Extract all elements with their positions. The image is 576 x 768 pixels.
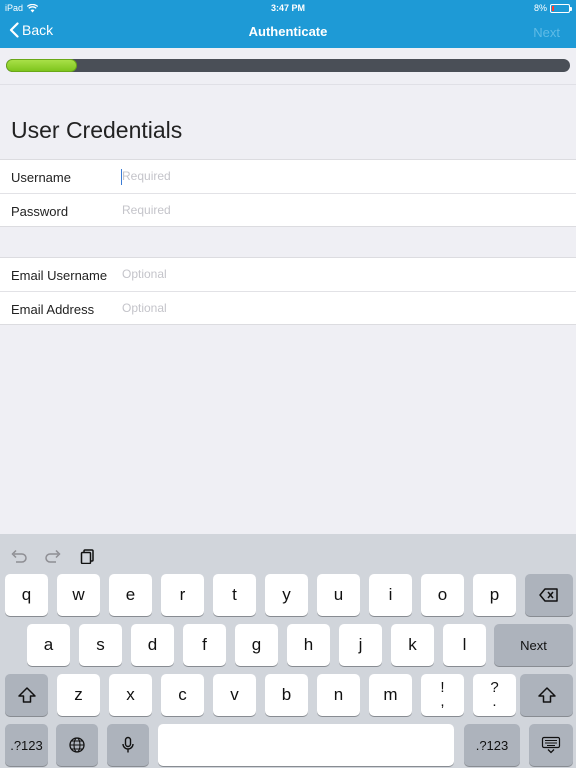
- key-j[interactable]: j: [339, 624, 382, 666]
- delete-icon: [539, 588, 558, 602]
- username-label: Username: [11, 170, 71, 185]
- status-bar: iPad 3:47 PM 8%: [0, 0, 576, 16]
- email-username-row: Email Username: [0, 258, 576, 291]
- progress-bar: [6, 59, 570, 72]
- key-e[interactable]: e: [109, 574, 152, 616]
- microphone-key[interactable]: [107, 724, 149, 766]
- key-d[interactable]: d: [131, 624, 174, 666]
- key-y[interactable]: y: [265, 574, 308, 616]
- battery-icon: [550, 3, 572, 13]
- redo-icon[interactable]: [44, 548, 62, 564]
- key-q[interactable]: q: [5, 574, 48, 616]
- paste-icon[interactable]: [79, 548, 97, 564]
- next-button[interactable]: Next: [533, 25, 560, 40]
- email-address-label: Email Address: [11, 302, 95, 317]
- page-title: Authenticate: [248, 24, 328, 39]
- numbers-key-left[interactable]: .?123: [5, 724, 48, 766]
- key-k[interactable]: k: [391, 624, 434, 666]
- key-b[interactable]: b: [265, 674, 308, 716]
- password-label: Password: [11, 204, 69, 219]
- shift-icon: [17, 687, 36, 703]
- key-z[interactable]: z: [57, 674, 100, 716]
- key-x[interactable]: x: [109, 674, 152, 716]
- shift-left-key[interactable]: [5, 674, 48, 716]
- key-exclaim-comma[interactable]: !,: [421, 674, 464, 716]
- password-input[interactable]: [122, 200, 562, 220]
- status-time: 3:47 PM: [270, 3, 305, 13]
- username-row: Username: [0, 160, 576, 193]
- keyboard-toolbar: [0, 534, 576, 574]
- undo-icon[interactable]: [10, 548, 28, 564]
- key-l[interactable]: l: [443, 624, 486, 666]
- email-group: Email Username Email Address: [0, 257, 576, 325]
- key-f[interactable]: f: [183, 624, 226, 666]
- microphone-icon: [122, 736, 134, 753]
- next-key-label: Next: [520, 637, 547, 653]
- email-username-label: Email Username: [11, 268, 108, 283]
- shift-icon: [537, 687, 556, 703]
- credentials-group: Username Password: [0, 159, 576, 227]
- key-m[interactable]: m: [369, 674, 412, 716]
- username-input[interactable]: [122, 166, 562, 186]
- email-address-row: Email Address: [0, 291, 576, 324]
- dismiss-keyboard-key[interactable]: [529, 724, 573, 766]
- key-question-period[interactable]: ?.: [473, 674, 516, 716]
- key-t[interactable]: t: [213, 574, 256, 616]
- progress-area: [0, 48, 576, 85]
- backspace-key[interactable]: [525, 574, 573, 616]
- key-w[interactable]: w: [57, 574, 100, 616]
- keyboard-dismiss-icon: [541, 736, 561, 754]
- globe-icon: [69, 737, 85, 753]
- next-key[interactable]: Next: [494, 624, 573, 666]
- key-r[interactable]: r: [161, 574, 204, 616]
- email-address-input[interactable]: [122, 298, 562, 318]
- battery-percent: 8%: [533, 3, 547, 13]
- numbers-key-right[interactable]: .?123: [464, 724, 520, 766]
- shift-right-key[interactable]: [520, 674, 573, 716]
- key-n[interactable]: n: [317, 674, 360, 716]
- section-title: User Credentials: [11, 117, 183, 143]
- globe-key[interactable]: [56, 724, 98, 766]
- key-v[interactable]: v: [213, 674, 256, 716]
- key-a[interactable]: a: [27, 624, 70, 666]
- progress-fill: [6, 59, 77, 72]
- password-row: Password: [0, 193, 576, 226]
- key-h[interactable]: h: [287, 624, 330, 666]
- email-username-input[interactable]: [122, 264, 562, 284]
- key-i[interactable]: i: [369, 574, 412, 616]
- navigation-bar: Back Authenticate Next: [0, 16, 576, 48]
- key-c[interactable]: c: [161, 674, 204, 716]
- key-g[interactable]: g: [235, 624, 278, 666]
- key-s[interactable]: s: [79, 624, 122, 666]
- space-key[interactable]: [158, 724, 454, 766]
- keyboard: q w e r t y u i o p a s d f g h j k l Next z x c v b n m!,?. .?123.…: [0, 534, 576, 768]
- key-o[interactable]: o: [421, 574, 464, 616]
- key-p[interactable]: p: [473, 574, 516, 616]
- key-u[interactable]: u: [317, 574, 360, 616]
